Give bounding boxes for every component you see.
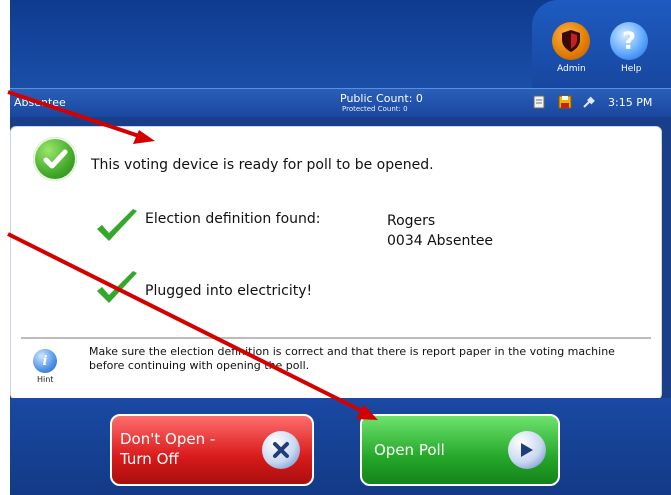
protected-count: Protected Count: 0 [342,105,408,113]
open-poll-label: Open Poll [374,441,445,459]
public-count: Public Count: 0 [340,92,423,105]
document-icon [533,95,545,109]
power-message: Plugged into electricity! [145,283,313,299]
election-check-icon [97,209,137,241]
hint-text: Make sure the election definition is cor… [89,345,615,372]
left-margin [0,0,10,495]
election-definition-value: Rogers 0034 Absentee [387,211,493,251]
hint-label: Hint [37,375,54,384]
clock-time: 3:15 PM [608,96,653,109]
election-type-label: Absentee [14,96,66,109]
poll-status-panel: This voting device is ready for poll to … [10,126,662,400]
election-precinct: 0034 Absentee [387,233,494,249]
info-icon[interactable]: i [33,349,57,373]
arrow-right-icon [508,431,546,469]
question-mark-icon: ? [622,27,636,55]
save-icon [558,95,572,109]
election-name: Rogers [387,213,436,229]
admin-label: Admin [557,64,586,74]
power-plug-icon [583,96,595,108]
divider [21,337,651,339]
dont-open-button[interactable]: Don't Open - Turn Off [110,414,314,486]
help-button[interactable]: ? [610,22,648,60]
dont-open-label: Don't Open - Turn Off [120,430,216,468]
open-poll-button[interactable]: Open Poll [360,414,560,486]
help-label: Help [621,64,642,74]
status-bar: Absentee Public Count: 0 Protected Count… [10,88,671,117]
ready-check-icon [33,137,77,181]
power-check-icon [97,271,137,303]
election-definition-label: Election definition found: [145,211,321,227]
shield-icon [562,30,580,52]
close-icon [262,431,300,469]
ready-message: This voting device is ready for poll to … [91,157,434,173]
admin-button[interactable] [552,22,590,60]
